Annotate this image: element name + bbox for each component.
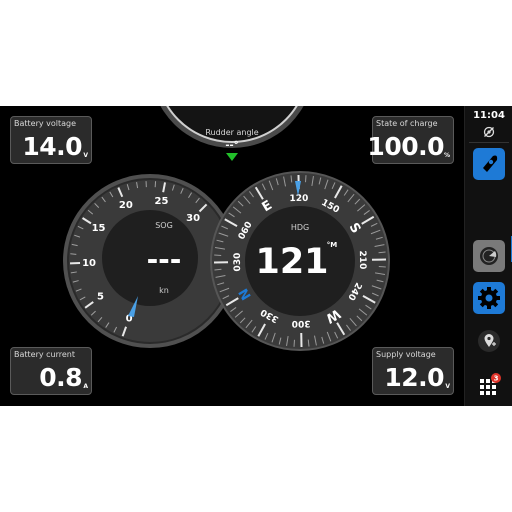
hdg-label: HDG	[291, 223, 309, 232]
sog-tick-label: 20	[119, 200, 133, 211]
map-pin-icon	[483, 155, 498, 172]
supply-voltage-unit: V	[445, 383, 450, 390]
supply-voltage-label: Supply voltage	[376, 350, 436, 359]
battery-current-label: Battery current	[14, 350, 76, 359]
sonar-button[interactable]	[473, 240, 505, 272]
clock: 11:04	[473, 110, 505, 121]
state-of-charge-tile[interactable]: State of charge 100.0 %	[367, 116, 454, 164]
sog-value: ---	[147, 243, 182, 276]
apps-button[interactable]: 3	[479, 372, 503, 396]
sog-label: SOG	[155, 221, 173, 230]
rudder-marker-icon	[226, 153, 238, 161]
sog-tick	[70, 253, 77, 255]
battery-current-value: 0.8	[39, 363, 82, 392]
notification-count: 3	[494, 375, 499, 383]
rudder-angle-label: Rudder angle	[205, 128, 258, 137]
hdg-unit: °M	[327, 241, 338, 249]
battery-voltage-unit: V	[83, 152, 88, 159]
hdg-compass[interactable]: N030060E 120 150S210240W300330 HDG 121 °M	[210, 171, 390, 351]
sog-tick-label: 30	[186, 213, 200, 224]
sog-tick-label: 5	[97, 292, 104, 303]
compass-degree-label: 120	[289, 194, 308, 204]
rudder-angle-value: --°	[225, 140, 238, 151]
settings-button[interactable]	[473, 282, 505, 314]
state-of-charge-value: 100.0	[367, 132, 444, 161]
compass-degree-label: 300	[292, 318, 311, 328]
sonar-icon	[480, 247, 498, 265]
sog-tick-label: 15	[92, 223, 106, 234]
supply-voltage-value: 12.0	[384, 363, 444, 392]
compass-degree-label: 030	[233, 253, 243, 272]
compass-degree-label: 210	[357, 250, 367, 269]
add-waypoint-button[interactable]	[477, 329, 501, 353]
rudder-angle-gauge[interactable]: Rudder angle --°	[150, 106, 314, 161]
gear-icon	[478, 287, 500, 309]
sog-tick-label: 10	[82, 258, 96, 269]
sidebar: 11:04 3	[464, 106, 512, 406]
battery-voltage-label: Battery voltage	[14, 119, 77, 128]
state-of-charge-label: State of charge	[376, 119, 438, 128]
chart-app-button[interactable]	[473, 148, 505, 180]
state-of-charge-unit: %	[443, 152, 450, 159]
supply-voltage-tile[interactable]: Supply voltage 12.0 V	[372, 347, 454, 395]
sog-tick-label: 25	[155, 196, 169, 207]
battery-voltage-value: 14.0	[22, 132, 82, 161]
sog-unit: kn	[159, 286, 169, 295]
battery-voltage-tile[interactable]: Battery voltage 14.0 V	[10, 116, 92, 164]
battery-current-tile[interactable]: Battery current 0.8 A	[10, 347, 92, 395]
no-signal-icon[interactable]	[483, 126, 495, 138]
hdg-value: 121	[255, 242, 328, 282]
battery-current-unit: A	[83, 383, 88, 390]
chartplotter-screen: Rudder angle --° 0 5 10 15 20 25 30 SOG --- kn…	[0, 106, 512, 406]
